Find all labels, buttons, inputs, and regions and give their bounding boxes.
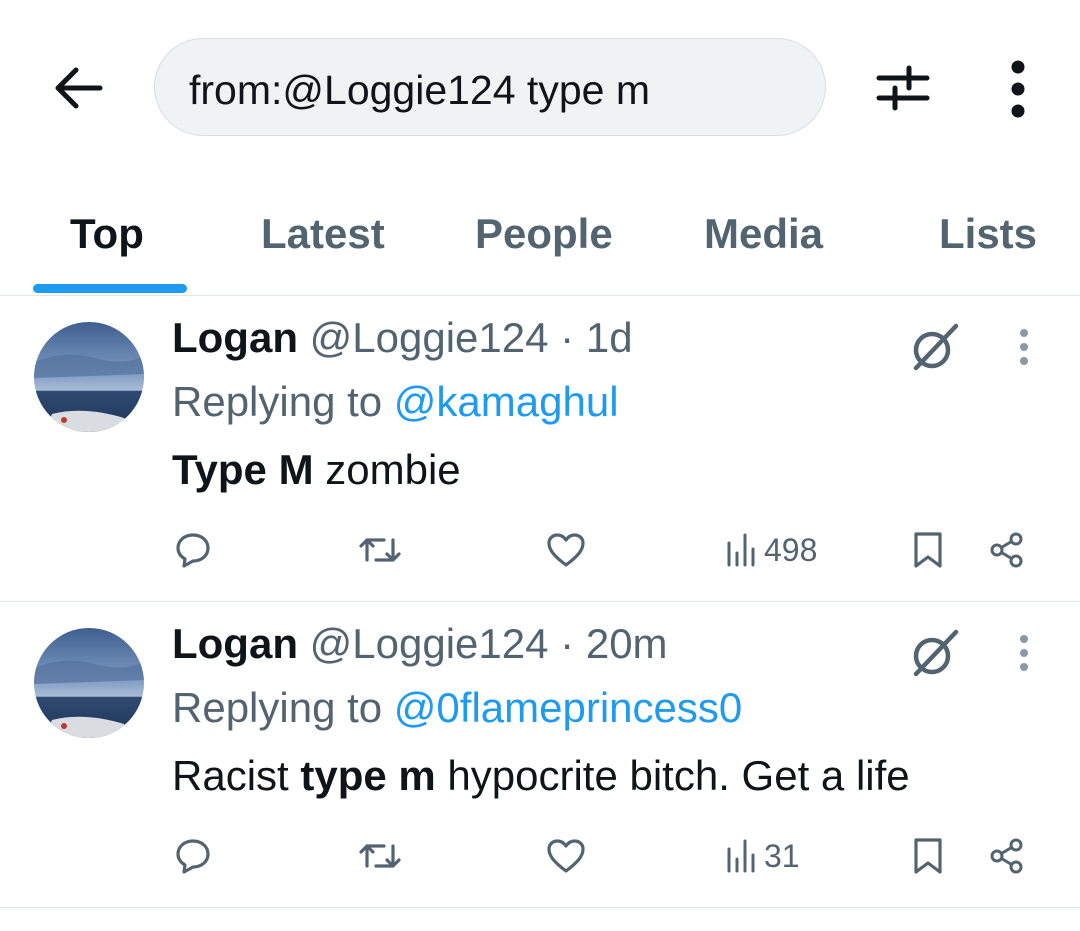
- active-tab-indicator: [33, 284, 187, 293]
- reply-mention-link[interactable]: @0flameprincess0: [394, 684, 742, 731]
- bookmark-button[interactable]: [912, 828, 944, 884]
- share-icon: [990, 838, 1023, 874]
- sliders-icon: [876, 65, 930, 111]
- avatar[interactable]: [34, 628, 144, 738]
- retweet-button[interactable]: [358, 522, 402, 578]
- retweet-icon: [359, 538, 401, 562]
- views-bar-icon: [727, 533, 755, 567]
- retweet-icon: [359, 844, 401, 868]
- views-button[interactable]: 498: [726, 522, 817, 578]
- tweet-more-button[interactable]: [1006, 322, 1042, 372]
- replying-prefix: Replying to: [172, 378, 383, 425]
- more-options-button[interactable]: [996, 54, 1040, 124]
- search-filter-button[interactable]: [870, 58, 936, 118]
- bookmark-icon: [914, 532, 942, 568]
- tweet[interactable]: Logan @Loggie124 · 20m Replying to @0fla…: [0, 602, 1080, 908]
- more-vertical-icon: [1020, 635, 1028, 671]
- tab-top[interactable]: Top: [70, 210, 144, 258]
- arrow-left-icon: [55, 67, 103, 109]
- tweet-text-highlight: type m: [300, 752, 436, 799]
- share-icon: [990, 532, 1023, 568]
- like-button[interactable]: [546, 522, 586, 578]
- reply-bubble-icon: [176, 839, 210, 874]
- tweet-actions: 498: [0, 522, 1080, 578]
- search-header: from:@Loggie124 type m: [0, 0, 1080, 180]
- tweet-text-before: Racist: [172, 752, 301, 799]
- separator: ·: [560, 620, 575, 667]
- author-name[interactable]: Logan: [172, 314, 298, 361]
- tweet-text-after: hypocrite bitch. Get a life: [435, 752, 910, 799]
- search-input[interactable]: from:@Loggie124 type m: [154, 38, 826, 136]
- bookmark-button[interactable]: [912, 522, 944, 578]
- tab-latest[interactable]: Latest: [261, 210, 385, 258]
- author-name[interactable]: Logan: [172, 620, 298, 667]
- tab-people[interactable]: People: [475, 210, 613, 258]
- tweet-header: Logan @Loggie124 · 1d: [172, 314, 633, 362]
- tweet-text: Racist type m hypocrite bitch. Get a lif…: [172, 752, 910, 800]
- views-button[interactable]: 31: [726, 828, 800, 884]
- views-count: 498: [764, 531, 818, 568]
- more-vertical-icon: [1020, 329, 1028, 365]
- tweet-text: Type M zombie: [172, 446, 461, 494]
- search-query: from:@Loggie124 type m: [189, 67, 650, 113]
- reply-mention-link[interactable]: @kamaghul: [394, 378, 619, 425]
- separator: ·: [560, 314, 575, 361]
- grok-slash-circle-icon: [913, 323, 959, 371]
- author-handle[interactable]: @Loggie124: [310, 620, 549, 667]
- share-button[interactable]: [988, 828, 1026, 884]
- heart-icon: [547, 533, 585, 567]
- search-tabs: Top Latest People Media Lists: [0, 180, 1080, 296]
- tweet-text-highlight: Type M: [172, 446, 314, 493]
- tab-lists[interactable]: Lists: [939, 210, 1037, 258]
- replying-to: Replying to @kamaghul: [172, 378, 619, 426]
- tweet-time[interactable]: 1d: [586, 314, 633, 361]
- retweet-button[interactable]: [358, 828, 402, 884]
- tweet[interactable]: Logan @Loggie124 · 1d Replying to @kamag…: [0, 296, 1080, 602]
- back-button[interactable]: [48, 58, 108, 118]
- tweet-more-button[interactable]: [1006, 628, 1042, 678]
- replying-to: Replying to @0flameprincess0: [172, 684, 742, 732]
- heart-icon: [547, 839, 585, 873]
- views-count: 31: [764, 837, 800, 874]
- bookmark-icon: [914, 838, 942, 874]
- author-handle[interactable]: @Loggie124: [310, 314, 549, 361]
- grok-button[interactable]: [906, 626, 962, 682]
- reply-button[interactable]: [174, 522, 212, 578]
- replying-prefix: Replying to: [172, 684, 383, 731]
- tweet-actions: 31: [0, 828, 1080, 884]
- avatar[interactable]: [34, 322, 144, 432]
- share-button[interactable]: [988, 522, 1026, 578]
- grok-slash-circle-icon: [913, 629, 959, 677]
- reply-bubble-icon: [176, 533, 210, 568]
- like-button[interactable]: [546, 828, 586, 884]
- tweet-text-after: zombie: [313, 446, 461, 493]
- grok-button[interactable]: [906, 320, 962, 376]
- views-bar-icon: [727, 839, 755, 873]
- reply-button[interactable]: [174, 828, 212, 884]
- tweet-time[interactable]: 20m: [586, 620, 668, 667]
- tweet-header: Logan @Loggie124 · 20m: [172, 620, 668, 668]
- more-vertical-icon: [1011, 60, 1025, 118]
- tab-media[interactable]: Media: [704, 210, 823, 258]
